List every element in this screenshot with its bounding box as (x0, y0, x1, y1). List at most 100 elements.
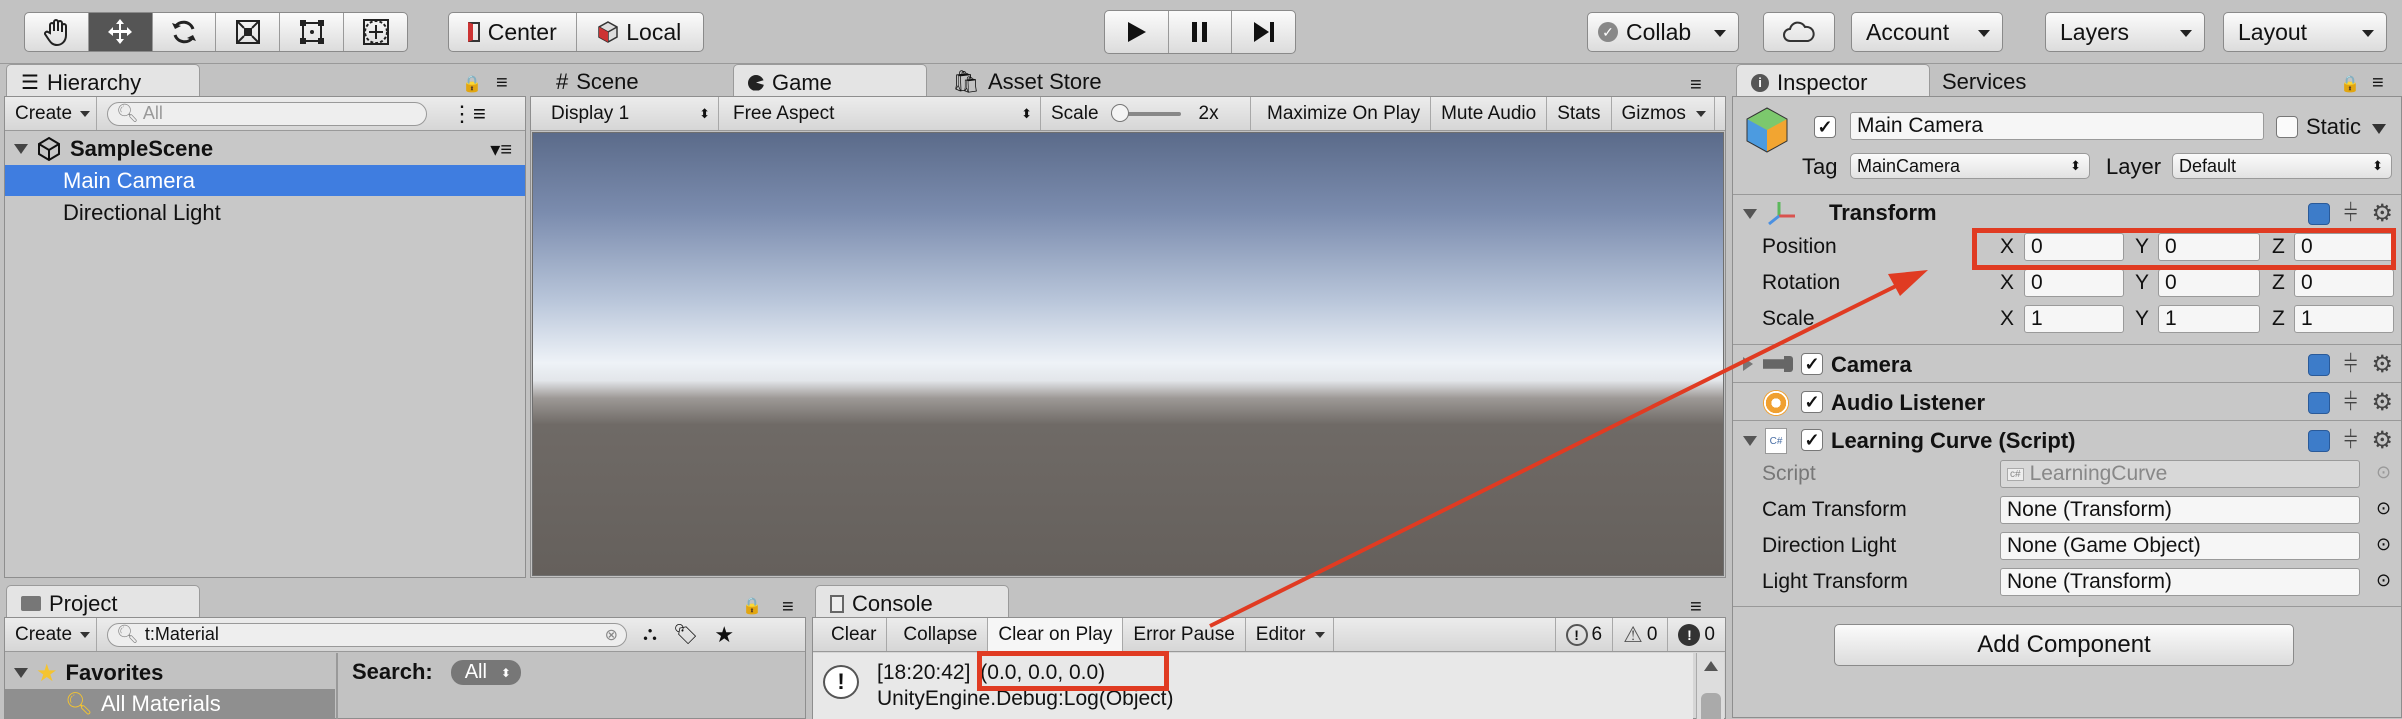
pause-button[interactable] (1169, 11, 1233, 53)
help-book-icon[interactable] (2307, 392, 2330, 414)
panel-menu-icon[interactable]: ≡ (1690, 74, 1702, 97)
tab-game[interactable]: Game (733, 64, 927, 96)
rotation-z-label[interactable]: Z (2272, 271, 2285, 295)
direction-light-field[interactable]: None (Game Object) (2000, 532, 2360, 560)
console-scrollbar-thumb[interactable] (1701, 693, 1721, 719)
script-component-header[interactable]: C# ✓ Learning Curve (Script) ⫩ ⚙ (1733, 422, 2401, 458)
scale-z-field[interactable]: 1 (2294, 305, 2394, 333)
object-name-field[interactable]: Main Camera (1850, 112, 2264, 140)
account-dropdown[interactable]: Account (1851, 12, 2003, 52)
component-settings-gear-icon[interactable]: ⚙ (2371, 391, 2393, 415)
inspector-tab[interactable]: i Inspector (1736, 64, 1930, 96)
object-picker-icon[interactable]: ⊙ (2376, 534, 2391, 555)
object-picker-icon[interactable]: ⊙ (2376, 498, 2391, 519)
project-tab[interactable]: Project (6, 585, 200, 617)
preset-sliders-icon[interactable]: ⫩ (2344, 202, 2358, 226)
rotate-tool-icon[interactable] (153, 13, 217, 51)
layer-dropdown[interactable]: Default ⬍ (2172, 153, 2392, 179)
rotation-y-label[interactable]: Y (2135, 271, 2149, 295)
search-scope-dropdown[interactable]: All ⬍ (450, 659, 521, 685)
scale-x-label[interactable]: X (2000, 307, 2014, 331)
object-picker-icon[interactable]: ⊙ (2376, 570, 2391, 591)
scale-y-label[interactable]: Y (2135, 307, 2149, 331)
console-scrollbar[interactable] (1696, 653, 1724, 719)
game-viewport[interactable] (532, 132, 1724, 576)
cam-transform-field[interactable]: None (Transform) (2000, 496, 2360, 524)
help-book-icon[interactable] (2307, 354, 2330, 376)
rotation-x-label[interactable]: X (2000, 271, 2014, 295)
favorite-star-icon[interactable]: ★ (714, 622, 734, 648)
static-dropdown-arrow[interactable] (2372, 124, 2386, 134)
error-pause-toggle[interactable]: Error Pause (1123, 618, 1246, 651)
step-button[interactable] (1232, 11, 1295, 53)
clear-on-play-toggle[interactable]: Clear on Play (988, 618, 1124, 651)
preset-sliders-icon[interactable]: ⫩ (2344, 391, 2358, 415)
scene-row[interactable]: SampleScene ▾≡ (14, 134, 524, 164)
active-checkbox[interactable]: ✓ (1814, 116, 1836, 138)
rotation-z-field[interactable]: 0 (2294, 269, 2394, 297)
hierarchy-tab[interactable]: ☰ Hierarchy (6, 64, 200, 96)
tab-asset-store[interactable]: 🛍︎ Asset Store (938, 64, 1116, 96)
audio-listener-component-header[interactable]: ✓ Audio Listener ⫩ ⚙ (1733, 384, 2401, 420)
rotation-y-field[interactable]: 0 (2158, 269, 2260, 297)
rotation-x-field[interactable]: 0 (2024, 269, 2124, 297)
hierarchy-create-dropdown[interactable]: Create (5, 97, 98, 130)
rect-tool-icon[interactable] (280, 13, 345, 51)
gizmos-dropdown[interactable]: Gizmos (1612, 97, 1715, 130)
camera-enabled-checkbox[interactable]: ✓ (1801, 353, 1823, 375)
tag-dropdown[interactable]: MainCamera ⬍ (1850, 153, 2090, 179)
add-component-button[interactable]: Add Component (1834, 624, 2294, 666)
component-settings-gear-icon[interactable]: ⚙ (2371, 202, 2393, 226)
component-settings-gear-icon[interactable]: ⚙ (2371, 353, 2393, 377)
tab-scene[interactable]: # Scene (542, 64, 653, 96)
transform-header[interactable]: Transform ⫩ ⚙ (1733, 196, 2401, 230)
light-transform-field[interactable]: None (Transform) (2000, 568, 2360, 596)
filter-by-label-icon[interactable]: 🏷︎ (673, 622, 698, 647)
mute-audio-toggle[interactable]: Mute Audio (1431, 97, 1548, 130)
help-book-icon[interactable] (2307, 430, 2330, 452)
play-button[interactable] (1105, 11, 1169, 53)
preset-sliders-icon[interactable]: ⫩ (2344, 353, 2358, 377)
scale-slider-thumb[interactable] (1110, 103, 1129, 122)
error-count-toggle[interactable]: ! 0 (1668, 618, 1725, 651)
help-book-icon[interactable] (2307, 203, 2330, 225)
hierarchy-item-directional-light[interactable]: Directional Light (5, 197, 525, 228)
panel-menu-icon[interactable]: ≡ (782, 596, 794, 619)
stats-toggle[interactable]: Stats (1547, 97, 1612, 130)
hierarchy-search-input[interactable]: 🔍︎ All (107, 101, 428, 126)
clear-search-icon[interactable]: ⊗ (605, 625, 618, 645)
panel-menu-icon[interactable]: ≡ (2372, 72, 2384, 95)
collapse-toggle[interactable]: Collapse (893, 618, 989, 651)
center-button[interactable]: Center (449, 13, 577, 51)
warning-count-toggle[interactable]: ⚠ 0 (1613, 618, 1669, 651)
cloud-button[interactable] (1763, 12, 1835, 52)
display-dropdown[interactable]: Display 1 ⬍ (541, 97, 719, 130)
favorites-row[interactable]: ★ Favorites (14, 658, 334, 688)
hierarchy-filter-icon[interactable]: ⋮≡ (451, 101, 486, 127)
preset-sliders-icon[interactable]: ⫩ (2344, 429, 2358, 453)
audio-listener-enabled-checkbox[interactable]: ✓ (1801, 391, 1823, 413)
scene-menu-icon[interactable]: ▾≡ (490, 137, 512, 162)
local-button[interactable]: Local (577, 13, 704, 51)
scale-tool-icon[interactable] (216, 13, 281, 51)
info-count-toggle[interactable]: ! 6 (1554, 618, 1614, 651)
lock-icon[interactable]: 🔒 (2340, 74, 2360, 94)
lock-icon[interactable]: 🔒 (462, 74, 482, 94)
panel-menu-icon[interactable]: ≡ (1690, 596, 1702, 619)
camera-component-header[interactable]: ✓ Camera ⫩ ⚙ (1733, 346, 2401, 382)
component-settings-gear-icon[interactable]: ⚙ (2371, 429, 2393, 453)
collab-button[interactable]: ✓ Collab (1587, 12, 1739, 52)
layout-dropdown[interactable]: Layout (2223, 12, 2387, 52)
layers-dropdown[interactable]: Layers (2045, 12, 2205, 52)
transform-tool-icon[interactable] (344, 13, 407, 51)
editor-dropdown[interactable]: Editor (1246, 618, 1335, 651)
scale-x-field[interactable]: 1 (2024, 305, 2124, 333)
static-checkbox[interactable] (2276, 116, 2298, 138)
scale-slider[interactable] (1110, 103, 1181, 122)
project-search-input[interactable]: 🔍︎ t:Material ⊗ (107, 622, 628, 647)
scale-z-label[interactable]: Z (2272, 307, 2285, 331)
scale-y-field[interactable]: 1 (2158, 305, 2260, 333)
panel-menu-icon[interactable]: ≡ (496, 72, 508, 95)
lock-icon[interactable]: 🔒 (742, 596, 762, 616)
script-enabled-checkbox[interactable]: ✓ (1801, 429, 1823, 451)
